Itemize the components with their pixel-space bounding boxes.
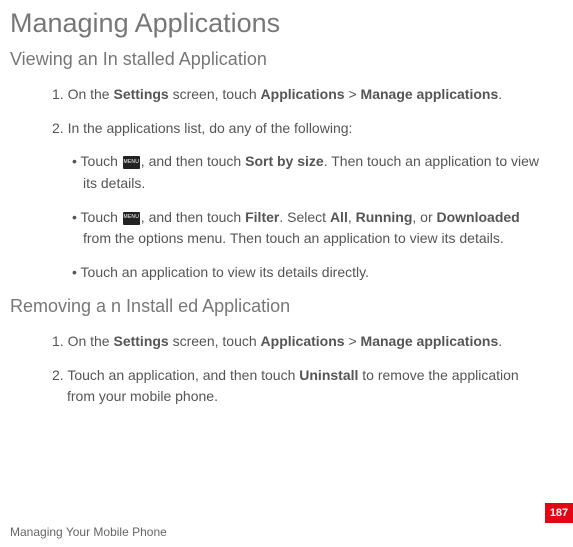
- sec2-step1: 1. On the Settings screen, touch Applica…: [52, 331, 543, 353]
- text: >: [345, 333, 361, 349]
- text: ,: [348, 209, 356, 225]
- text-bold: Applications: [261, 333, 345, 349]
- section-removing-title: Removing a n Install ed Application: [10, 296, 543, 317]
- text: from the options menu. Then touch an app…: [83, 230, 504, 246]
- page-title: Managing Applications: [10, 8, 543, 39]
- menu-icon: [123, 156, 140, 169]
- text: screen, touch: [169, 333, 261, 349]
- text: 2. Touch an application, and then touch: [52, 367, 299, 383]
- text-bold: Running: [356, 209, 413, 225]
- text: >: [345, 86, 361, 102]
- text-bold: Settings: [113, 333, 168, 349]
- sec2-step2: 2. Touch an application, and then touch …: [52, 365, 543, 408]
- section-viewing-title: Viewing an In stalled Application: [10, 49, 543, 70]
- text: , or: [412, 209, 436, 225]
- text: • Touch: [72, 209, 122, 225]
- text-bold: Filter: [245, 209, 279, 225]
- text-bold: Applications: [261, 86, 345, 102]
- text-bold: Manage applications: [361, 86, 499, 102]
- text: , and then touch: [141, 153, 245, 169]
- text: 1. On the: [52, 333, 113, 349]
- text-bold: All: [330, 209, 348, 225]
- text-bold: Downloaded: [437, 209, 520, 225]
- sec1-bullet3: • Touch an application to view its detai…: [72, 262, 543, 284]
- text: , and then touch: [141, 209, 245, 225]
- text: screen, touch: [169, 86, 261, 102]
- text: .: [498, 333, 502, 349]
- text: .: [498, 86, 502, 102]
- page-number-badge: 187: [545, 503, 573, 523]
- menu-icon: [123, 212, 140, 225]
- sec1-step1: 1. On the Settings screen, touch Applica…: [52, 84, 543, 106]
- text-bold: Uninstall: [299, 367, 358, 383]
- footer-text: Managing Your Mobile Phone: [10, 525, 167, 539]
- text: . Select: [279, 209, 330, 225]
- text-bold: Manage applications: [361, 333, 499, 349]
- text-bold: Settings: [113, 86, 168, 102]
- text: 1. On the: [52, 86, 113, 102]
- sec1-bullet2: • Touch , and then touch Filter. Select …: [72, 207, 543, 250]
- text: • Touch: [72, 153, 122, 169]
- sec1-step2: 2. In the applications list, do any of t…: [52, 118, 543, 140]
- sec1-bullet1: • Touch , and then touch Sort by size. T…: [72, 151, 543, 194]
- text-bold: Sort by size: [245, 153, 324, 169]
